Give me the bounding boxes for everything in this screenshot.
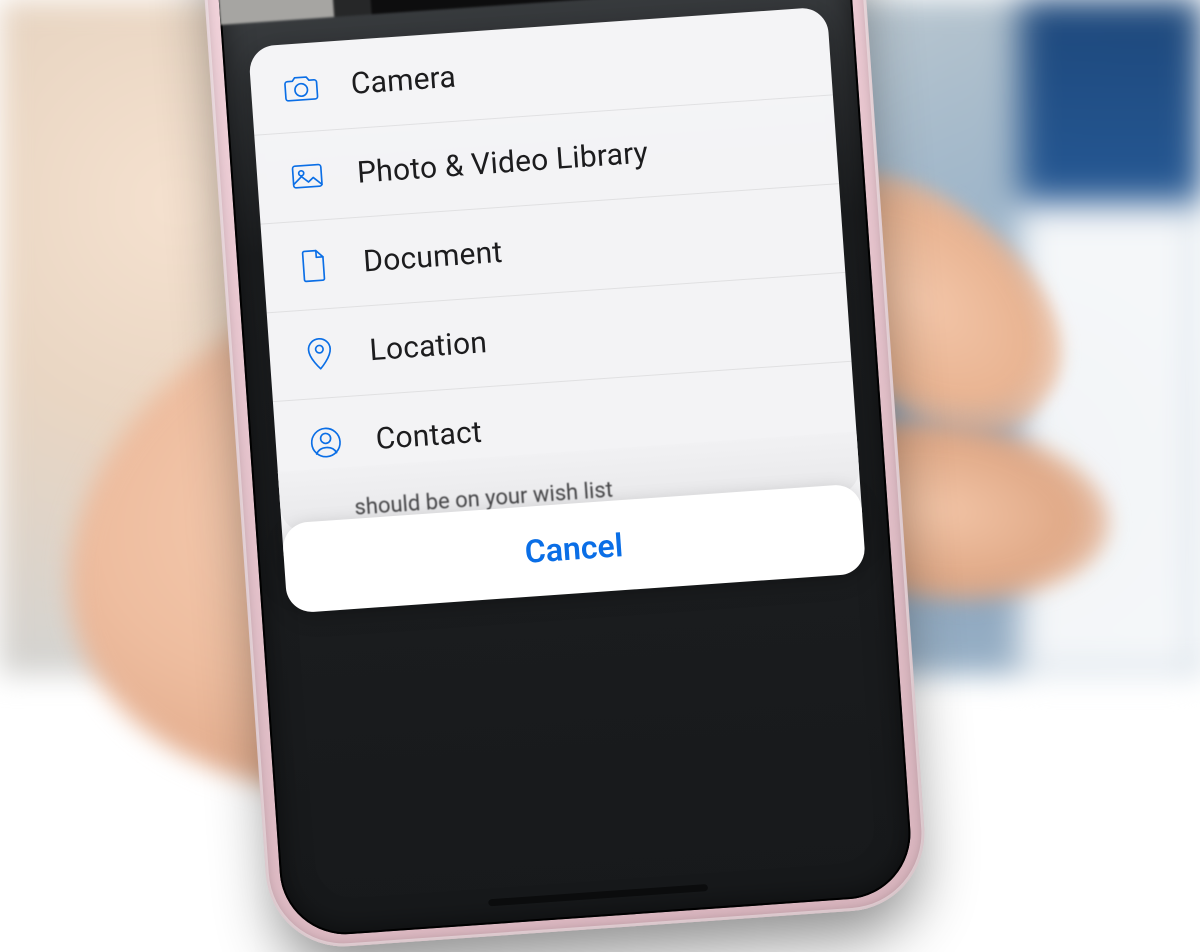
action-label: Photo & Video Library — [356, 135, 649, 190]
action-label: Location — [368, 325, 488, 368]
camera-icon — [278, 64, 325, 111]
screen: Camera Photo & Video Library Document — [205, 0, 915, 939]
contact-icon — [302, 419, 349, 466]
location-pin-icon — [296, 330, 343, 377]
photo-library-icon — [284, 153, 331, 200]
iphone: Camera Photo & Video Library Document — [190, 0, 929, 952]
action-label: Contact — [375, 414, 483, 456]
cancel-label: Cancel — [524, 526, 625, 571]
action-label: Document — [362, 234, 503, 279]
home-indicator — [488, 884, 708, 906]
action-label: Camera — [350, 59, 457, 101]
document-icon — [290, 242, 337, 289]
